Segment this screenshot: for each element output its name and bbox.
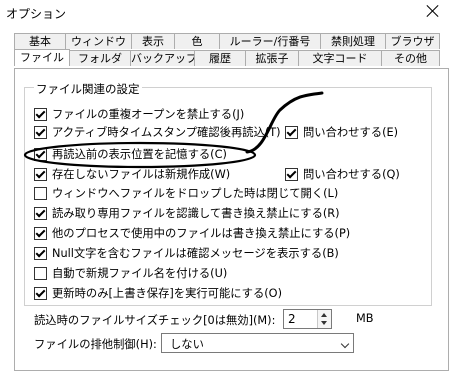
option-label: アクティブ時タイムスタンプ確認後再読込(T) [52, 126, 281, 139]
option-label: 更新時のみ[上書き保存]を実行可能にする(O) [52, 287, 282, 300]
checkbox-ask-create[interactable]: 問い合わせする(Q) [285, 166, 400, 182]
tab-history[interactable]: 履歴 [194, 50, 246, 66]
size-check-spinner[interactable]: 2 [283, 309, 332, 329]
window-title: オプション [6, 7, 67, 21]
lock-select-value: しない [170, 338, 204, 351]
checkbox-auto-filename[interactable]: 自動で新規ファイル名を付ける(U) [34, 265, 227, 281]
title-bar: オプション [0, 0, 451, 26]
checkbox-no-duplicate-open[interactable]: ファイルの重複オープンを禁止する(J) [34, 106, 244, 122]
option-label: 再読込前の表示位置を記憶する(C) [52, 148, 227, 161]
tab-encoding[interactable]: 文字コード [298, 50, 382, 66]
close-icon[interactable] [423, 2, 443, 22]
checkbox-create-missing[interactable]: 存在しないファイルは新規作成(W) [34, 166, 230, 182]
checkbox-null-confirm[interactable]: Null文字を含むファイルは確認メッセージを表示する(B) [34, 245, 339, 261]
checkbox-remember-position[interactable]: 再読込前の表示位置を記憶する(C) [34, 146, 227, 162]
checkbox-icon[interactable] [34, 167, 47, 181]
tab-color[interactable]: 色 [174, 33, 220, 49]
option-label: 存在しないファイルは新規作成(W) [52, 168, 231, 181]
tab-other[interactable]: その他 [381, 50, 440, 66]
spinner-buttons[interactable] [317, 310, 331, 328]
checkbox-drop-close-open[interactable]: ウィンドウへファイルをドロップした時は閉じて開く(L) [34, 185, 338, 201]
size-check-value[interactable]: 2 [288, 312, 296, 326]
tab-ruler[interactable]: ルーラー/行番号 [219, 33, 321, 49]
checkbox-icon[interactable] [285, 167, 298, 181]
checkbox-icon[interactable] [34, 266, 47, 280]
tab-file[interactable]: ファイル [14, 49, 70, 66]
checkbox-icon[interactable] [34, 147, 47, 161]
group-title: ファイル関連の設定 [34, 81, 142, 97]
checkbox-icon[interactable] [34, 246, 47, 260]
checkbox-timestamp-reload[interactable]: アクティブ時タイムスタンプ確認後再読込(T) [34, 124, 281, 140]
checkbox-icon[interactable] [34, 226, 47, 240]
option-label: ウィンドウへファイルをドロップした時は閉じて開く(L) [52, 187, 339, 200]
checkbox-icon[interactable] [34, 206, 47, 220]
option-label: Null文字を含むファイルは確認メッセージを表示する(B) [52, 247, 339, 260]
option-label: 他のプロセスで使用中のファイルは書き換え禁止にする(P) [52, 227, 351, 240]
lock-select[interactable]: しない [161, 333, 354, 353]
checkbox-icon[interactable] [34, 286, 47, 300]
tab-browser[interactable]: ブラウザ [385, 33, 440, 49]
tab-display[interactable]: 表示 [131, 33, 175, 49]
tab-window[interactable]: ウィンドウ [65, 33, 132, 49]
checkbox-inuse-protect[interactable]: 他のプロセスで使用中のファイルは書き換え禁止にする(P) [34, 225, 350, 241]
option-label: 自動で新規ファイル名を付ける(U) [52, 267, 228, 280]
checkbox-icon[interactable] [34, 186, 47, 200]
option-label: ファイルの重複オープンを禁止する(J) [52, 108, 245, 121]
checkbox-ask-reload[interactable]: 問い合わせする(E) [285, 124, 398, 140]
checkbox-save-only-modified[interactable]: 更新時のみ[上書き保存]を実行可能にする(O) [34, 285, 282, 301]
size-unit: MB [356, 312, 374, 325]
spin-up-icon[interactable] [321, 313, 327, 317]
checkbox-icon[interactable] [34, 125, 47, 139]
tab-row-2: ファイル フォルダ バックアップ 履歴 拡張子 文字コード その他 [0, 49, 451, 67]
tab-extension[interactable]: 拡張子 [245, 50, 299, 66]
lock-label: ファイルの排他制御(H): [34, 338, 157, 351]
tab-kinsoku[interactable]: 禁則処理 [320, 33, 386, 49]
option-label: 読み取り専用ファイルを認識して書き換え禁止にする(R) [52, 207, 340, 220]
chevron-down-icon[interactable] [340, 339, 350, 349]
spin-down-icon[interactable] [321, 321, 327, 325]
tab-backup[interactable]: バックアップ [130, 50, 195, 66]
checkbox-icon[interactable] [34, 107, 47, 121]
option-label: 問い合わせする(Q) [303, 168, 400, 181]
option-label: 問い合わせする(E) [303, 126, 399, 139]
tab-basic[interactable]: 基本 [14, 33, 66, 49]
tab-row-1: 基本 ウィンドウ 表示 色 ルーラー/行番号 禁則処理 ブラウザ [0, 33, 451, 50]
tab-folder[interactable]: フォルダ [69, 50, 131, 66]
size-check-label: 読込時のファイルサイズチェック[0は無効](M): [34, 314, 276, 327]
checkbox-readonly-protect[interactable]: 読み取り専用ファイルを認識して書き換え禁止にする(R) [34, 205, 340, 221]
checkbox-icon[interactable] [285, 125, 298, 139]
